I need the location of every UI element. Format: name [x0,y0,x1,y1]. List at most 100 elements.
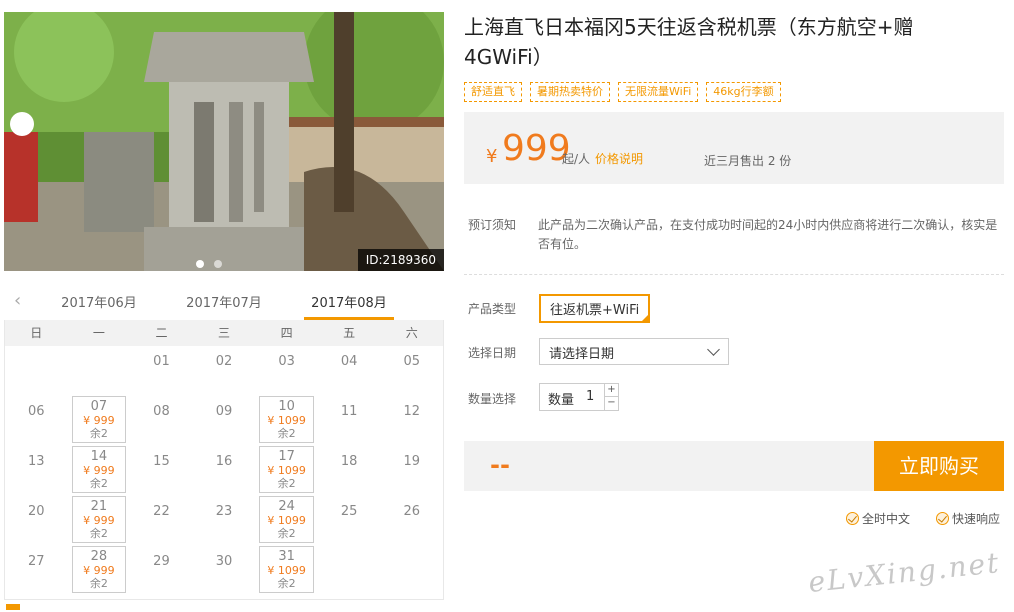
quantity-buttons: + − [604,384,618,410]
calendar-cell: 10 ¥ 1099 余2 [255,396,318,446]
calendar-cell: 08 [130,396,193,446]
date-stock: 余2 [277,427,296,440]
buy-bar: -- [464,441,874,491]
date-number: 08 [153,404,170,419]
weekday-label: 三 [218,326,231,340]
date-price: ¥ 999 [83,514,115,527]
feature-tag: 46kg行李额 [706,82,781,102]
date-stock: 余2 [277,477,296,490]
date-price: ¥ 1099 [267,464,306,477]
calendar-cell: 01 [130,346,193,396]
service-badges: 全时中文 快速响应 [846,510,1000,527]
date-number: 17 [278,449,295,464]
available-date-24[interactable]: 24 ¥ 1099 余2 [259,496,314,543]
calendar-cell: 19 [380,446,443,496]
date-number: 14 [90,449,108,464]
calendar-cell: 09 [193,396,256,446]
available-date-17[interactable]: 17 ¥ 1099 余2 [259,446,314,493]
selected-corner-icon [640,313,651,323]
calendar-cell: 20 [5,496,68,546]
date-number: 19 [403,454,421,469]
date-stock: 余2 [277,577,296,590]
date-stock: 余2 [277,527,296,540]
quantity-minus-button[interactable]: − [605,397,618,410]
date-number: 23 [215,504,233,519]
date-number: 06 [28,404,45,419]
product-photo[interactable]: ID:2189360 [4,12,444,271]
product-type-value: 往返机票+WiFi [550,303,640,318]
calendar-cell: 25 [318,496,381,546]
price-value: 999 [502,128,571,169]
calendar-cell: 29 [130,546,193,596]
tab-month-2017-08[interactable]: 2017年08月 [304,292,394,311]
weekday-label: 五 [343,326,356,340]
calendar-week-row: 06 07 ¥ 999 余2 08 09 10 ¥ 1099 余2 11 12 [5,396,443,446]
price-currency: ¥ [486,146,498,167]
product-type-option[interactable]: 往返机票+WiFi [539,294,651,323]
date-number: 30 [215,554,233,569]
check-icon [846,512,859,525]
tab-month-2017-07[interactable]: 2017年07月 [179,292,269,311]
calendar-cell: 26 [380,496,443,546]
watermark: eLvXing.net [806,546,1002,599]
available-date-07[interactable]: 07 ¥ 999 余2 [71,396,127,443]
date-number: 07 [90,399,108,414]
badge-label: 全时中文 [862,512,911,526]
chevron-down-icon [707,343,720,356]
calendar-cell [380,546,443,596]
date-price: ¥ 1099 [267,564,306,577]
price-note-link[interactable]: 价格说明 [595,150,643,167]
date-number: 10 [278,399,295,414]
date-price: ¥ 1099 [267,414,306,427]
available-date-21[interactable]: 21 ¥ 999 余2 [71,496,127,543]
buy-now-button[interactable]: 立即购买 [874,441,1004,491]
date-number: 25 [340,504,358,519]
weekday-label: 一 [92,326,105,340]
prev-month-arrow-icon[interactable]: ‹ [14,290,21,311]
date-number: 28 [90,549,108,564]
date-number: 31 [278,549,295,564]
date-number: 02 [215,354,233,369]
stone-lantern-image [4,12,444,271]
carousel-dot-1[interactable] [196,260,204,268]
date-label: 选择日期 [468,346,517,360]
calendar-cell: 28 ¥ 999 余2 [68,546,131,596]
date-number: 04 [340,354,358,369]
calendar-cell: 06 [5,396,68,446]
available-date-28[interactable]: 28 ¥ 999 余2 [71,546,127,593]
calendar-cell: 21 ¥ 999 余2 [68,496,131,546]
date-number: 27 [28,554,45,569]
quantity-plus-button[interactable]: + [605,384,618,397]
date-number: 20 [28,504,45,519]
carousel-dot-2[interactable] [214,260,222,268]
calendar-week-row: 27 28 ¥ 999 余2 29 30 31 ¥ 1099 余2 [5,546,443,596]
feature-tags: 舒适直飞 暑期热卖特价 无限流量WiFi 46kg行李额 [464,82,781,102]
calendar-week-row: 13 14 ¥ 999 余2 15 16 17 ¥ 1099 余2 18 19 [5,446,443,496]
calendar-cell: 05 [380,346,443,396]
date-placeholder: 请选择日期 [549,347,615,362]
date-number: 29 [153,554,170,569]
available-date-10[interactable]: 10 ¥ 1099 余2 [259,396,314,443]
badge-fast-response: 快速响应 [936,510,1000,527]
price-unit: 起/人 [562,152,591,166]
calendar-week-row: 01 02 03 04 05 [5,346,443,396]
date-select[interactable]: 请选择日期 [539,338,729,365]
date-number: 18 [340,454,358,469]
calendar-cell: 07 ¥ 999 余2 [68,396,131,446]
available-date-31[interactable]: 31 ¥ 1099 余2 [259,546,314,593]
product-title: 上海直飞日本福冈5天往返含税机票（东方航空+赠4GWiFi） [464,15,914,69]
tab-month-2017-06[interactable]: 2017年06月 [54,292,144,311]
date-number: 05 [403,354,421,369]
calendar-cell: 04 [318,346,381,396]
calendar-cell: 13 [5,446,68,496]
calendar-cell [68,346,131,396]
calendar-cell: 02 [193,346,256,396]
badge-label: 快速响应 [952,512,1001,526]
date-number: 15 [153,454,170,469]
quantity-value[interactable]: 1 [586,389,594,404]
quantity-label: 数量选择 [468,392,517,406]
weekday-label: 二 [155,326,168,340]
available-date-14[interactable]: 14 ¥ 999 余2 [71,446,127,493]
date-stock: 余2 [89,577,108,590]
quantity-stepper: 数量 1 + − [539,383,619,411]
